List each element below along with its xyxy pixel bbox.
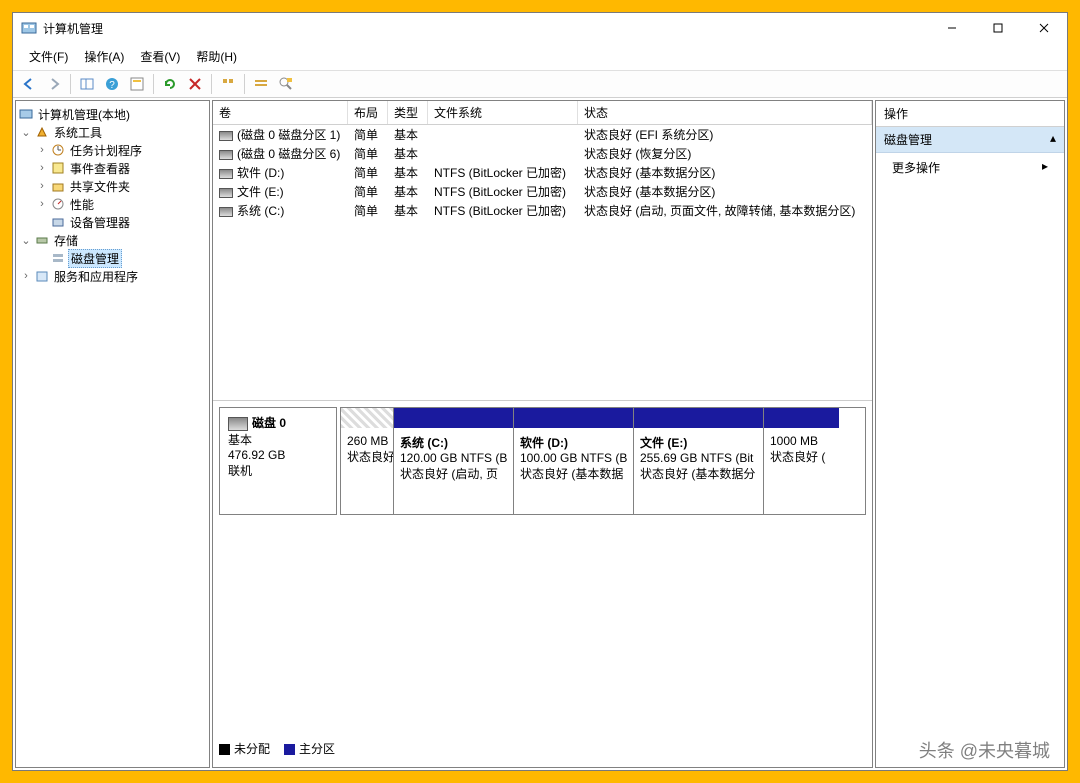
chevron-right-icon: ▸ (1042, 159, 1048, 176)
properties-button[interactable] (125, 72, 149, 96)
window-title: 计算机管理 (43, 20, 103, 37)
actions-header: 操作 (876, 101, 1064, 127)
legend-swatch-unallocated (219, 744, 230, 755)
volume-row[interactable]: (磁盘 0 磁盘分区 1)简单基本状态良好 (EFI 系统分区) (213, 125, 872, 144)
center-content: 卷 布局 类型 文件系统 状态 (磁盘 0 磁盘分区 1)简单基本状态良好 (E… (212, 100, 873, 768)
main-area: 计算机管理(本地) ⌄系统工具 ›任务计划程序 ›事件查看器 ›共享文件夹 ›性… (13, 98, 1067, 770)
tree-systools[interactable]: ⌄系统工具 (18, 123, 207, 141)
volume-row[interactable]: (磁盘 0 磁盘分区 6)简单基本状态良好 (恢复分区) (213, 144, 872, 163)
volume-row[interactable]: 文件 (E:)简单基本NTFS (BitLocker 已加密)状态良好 (基本数… (213, 182, 872, 201)
disk-graphic-area[interactable]: 磁盘 0 基本 476.92 GB 联机 260 MB状态良好系统 (C:)12… (213, 401, 872, 767)
volume-list-header[interactable]: 卷 布局 类型 文件系统 状态 (213, 101, 872, 125)
menubar: 文件(F) 操作(A) 查看(V) 帮助(H) (13, 43, 1067, 70)
partitions-container: 260 MB状态良好系统 (C:)120.00 GB NTFS (B状态良好 (… (340, 407, 866, 515)
volume-list[interactable]: 卷 布局 类型 文件系统 状态 (磁盘 0 磁盘分区 1)简单基本状态良好 (E… (213, 101, 872, 401)
titlebar[interactable]: 计算机管理 (13, 13, 1067, 43)
delete-button[interactable] (183, 72, 207, 96)
partition[interactable]: 系统 (C:)120.00 GB NTFS (B状态良好 (启动, 页 (394, 408, 514, 514)
navigation-tree[interactable]: 计算机管理(本地) ⌄系统工具 ›任务计划程序 ›事件查看器 ›共享文件夹 ›性… (15, 100, 210, 768)
partition[interactable]: 1000 MB状态良好 ( (764, 408, 839, 514)
tree-storage[interactable]: ⌄存储 (18, 231, 207, 249)
legend-swatch-primary (284, 744, 295, 755)
tree-shared-folders[interactable]: ›共享文件夹 (18, 177, 207, 195)
close-button[interactable] (1021, 13, 1067, 43)
help-button[interactable]: ? (100, 72, 124, 96)
disk-icon (228, 417, 248, 431)
app-icon (21, 20, 37, 36)
actions-pane: 操作 磁盘管理 ▴ 更多操作 ▸ (875, 100, 1065, 768)
list-view-button[interactable] (249, 72, 273, 96)
tree-root[interactable]: 计算机管理(本地) (18, 105, 207, 123)
nav-back-button[interactable] (17, 72, 41, 96)
drive-icon (219, 169, 233, 179)
tree-task-scheduler[interactable]: ›任务计划程序 (18, 141, 207, 159)
drive-icon (219, 131, 233, 141)
drive-icon (219, 188, 233, 198)
menu-action[interactable]: 操作(A) (76, 45, 132, 68)
col-status[interactable]: 状态 (578, 101, 872, 124)
tree-device-manager[interactable]: 设备管理器 (18, 213, 207, 231)
tree-performance[interactable]: ›性能 (18, 195, 207, 213)
volume-row[interactable]: 系统 (C:)简单基本NTFS (BitLocker 已加密)状态良好 (启动,… (213, 201, 872, 220)
maximize-button[interactable] (975, 13, 1021, 43)
actions-section-diskmgmt[interactable]: 磁盘管理 ▴ (876, 127, 1064, 153)
col-type[interactable]: 类型 (388, 101, 428, 124)
col-filesystem[interactable]: 文件系统 (428, 101, 578, 124)
minimize-button[interactable] (929, 13, 975, 43)
tree-event-viewer[interactable]: ›事件查看器 (18, 159, 207, 177)
partition[interactable]: 软件 (D:)100.00 GB NTFS (B状态良好 (基本数据 (514, 408, 634, 514)
collapse-icon: ▴ (1050, 131, 1056, 148)
tree-disk-management[interactable]: 磁盘管理 (18, 249, 207, 267)
drive-icon (219, 207, 233, 217)
tree-services[interactable]: ›服务和应用程序 (18, 267, 207, 285)
partition[interactable]: 260 MB状态良好 (341, 408, 394, 514)
menu-file[interactable]: 文件(F) (21, 45, 76, 68)
svg-text:?: ? (109, 80, 115, 91)
window-frame: 计算机管理 文件(F) 操作(A) 查看(V) 帮助(H) ? 计算机管理(本地 (12, 12, 1068, 771)
menu-view[interactable]: 查看(V) (132, 45, 188, 68)
watermark: 头条 @未央暮城 (919, 737, 1050, 763)
volume-row[interactable]: 软件 (D:)简单基本NTFS (BitLocker 已加密)状态良好 (基本数… (213, 163, 872, 182)
disk-info[interactable]: 磁盘 0 基本 476.92 GB 联机 (219, 407, 337, 515)
small-icons-button[interactable] (216, 72, 240, 96)
legend: 未分配 主分区 (219, 736, 866, 761)
col-volume[interactable]: 卷 (213, 101, 348, 124)
menu-help[interactable]: 帮助(H) (188, 45, 245, 68)
disk-row[interactable]: 磁盘 0 基本 476.92 GB 联机 260 MB状态良好系统 (C:)12… (219, 407, 866, 515)
actions-more[interactable]: 更多操作 ▸ (876, 153, 1064, 182)
detail-view-button[interactable] (274, 72, 298, 96)
nav-forward-button[interactable] (42, 72, 66, 96)
col-layout[interactable]: 布局 (348, 101, 388, 124)
refresh-button[interactable] (158, 72, 182, 96)
show-hide-tree-button[interactable] (75, 72, 99, 96)
partition[interactable]: 文件 (E:)255.69 GB NTFS (Bit状态良好 (基本数据分 (634, 408, 764, 514)
toolbar: ? (13, 70, 1067, 98)
drive-icon (219, 150, 233, 160)
